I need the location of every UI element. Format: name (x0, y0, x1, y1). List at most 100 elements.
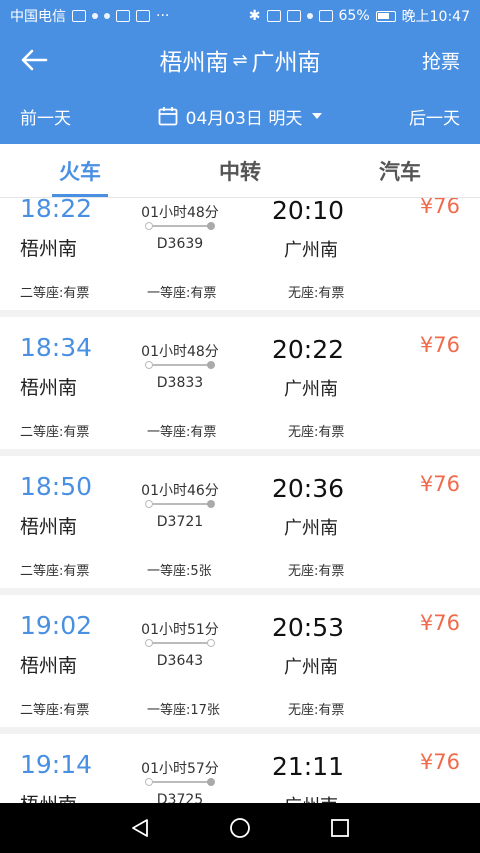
train-number: D3643 (156, 653, 204, 669)
system-nav-bar (0, 803, 480, 853)
second-class-availability: 二等座:有票 (20, 564, 90, 579)
route-line-icon (145, 500, 215, 508)
back-arrow-icon (21, 49, 48, 71)
trip-duration: 01小时57分 (141, 761, 219, 777)
back-button[interactable] (14, 40, 54, 80)
arrival-station: 广州南 (284, 379, 338, 400)
signal-icon (72, 10, 86, 22)
train-card[interactable]: 19:02 梧州南 01小时51分 D3643 20:53 广州南 ¥76 二等座:有票 一等座… (0, 595, 480, 727)
tab-transfer[interactable]: 中转 (160, 144, 320, 197)
route-line-icon (145, 778, 215, 786)
bluetooth-icon: ✱ (248, 8, 261, 24)
dropdown-caret-icon (312, 113, 323, 119)
calendar-icon (158, 107, 178, 126)
first-class-availability: 一等座:有票 (147, 425, 217, 440)
message-icon (104, 13, 110, 19)
departure-station: 梧州南 (20, 516, 78, 538)
date-picker[interactable]: 04月03日 明天 (0, 88, 480, 144)
arrival-station: 广州南 (284, 518, 338, 539)
arrival-station: 广州南 (284, 792, 338, 803)
next-day-button[interactable]: 后一天 (409, 88, 460, 144)
departure-time: 19:02 (20, 611, 93, 640)
video-icon (116, 10, 130, 22)
ticket-price: ¥76 (419, 198, 460, 218)
route-line-icon (145, 222, 215, 230)
first-class-availability: 一等座:5张 (147, 564, 212, 579)
status-left: 中国电信 ··· (10, 6, 169, 26)
arrival-time: 20:53 (272, 613, 345, 642)
to-station: 广州南 (251, 50, 321, 76)
train-number: D3721 (156, 514, 204, 530)
eye-icon (306, 13, 313, 19)
route-title: 梧州南 ⇌ 广州南 (0, 32, 480, 88)
arrival-time: 20:36 (272, 474, 345, 503)
departure-station: 梧州南 (20, 238, 78, 260)
nav-back-icon (132, 819, 148, 837)
nav-back-button[interactable] (120, 808, 160, 848)
from-station: 梧州南 (159, 50, 229, 76)
carrier-label: 中国电信 (10, 9, 66, 25)
arrival-time: 21:11 (272, 752, 345, 781)
train-number: D3833 (156, 375, 204, 391)
train-number: D3725 (156, 792, 204, 803)
nav-recents-icon (331, 819, 349, 837)
train-card[interactable]: 18:34 梧州南 01小时48分 D3833 20:22 广州南 ¥76 二等座:有票 一等座… (0, 317, 480, 449)
train-card[interactable]: 18:22 梧州南 01小时48分 D3639 20:10 广州南 ¥76 二等座:有票 一等座… (0, 198, 480, 310)
battery-icon (375, 10, 396, 22)
train-list-content: 18:22 梧州南 01小时48分 D3639 20:10 广州南 ¥76 二等座:有票 一等座… (0, 198, 480, 803)
no-seat-availability: 无座:有票 (288, 564, 345, 579)
ticket-price: ¥76 (419, 472, 460, 496)
more-notifications-icon: ··· (156, 8, 170, 24)
first-class-availability: 一等座:17张 (147, 703, 220, 718)
swap-arrow-icon: ⇌ (232, 49, 248, 71)
nav-recents-button[interactable] (320, 808, 360, 848)
nfc-icon (266, 10, 281, 22)
ticket-price: ¥76 (419, 750, 460, 774)
chat-icon (92, 13, 98, 19)
nav-home-button[interactable] (220, 808, 260, 848)
nav-home-icon (230, 818, 250, 838)
status-bar: 中国电信 ··· ✱ 65% 晚上10:47 (0, 0, 480, 32)
arrival-station: 广州南 (284, 657, 338, 678)
grab-ticket-button[interactable]: 抢票 (422, 32, 460, 88)
route-line-icon (145, 361, 215, 369)
arrival-time: 20:10 (272, 198, 345, 225)
train-list[interactable]: 18:22 梧州南 01小时48分 D3639 20:10 广州南 ¥76 二等座:有票 一等座… (0, 198, 480, 803)
arrival-time: 20:22 (272, 335, 345, 364)
second-class-availability: 二等座:有票 (20, 286, 90, 301)
departure-station: 梧州南 (20, 790, 77, 803)
date-bar: 04月03日 明天 前一天 后一天 (0, 88, 480, 144)
trip-duration: 01小时51分 (141, 622, 219, 638)
departure-time: 18:34 (20, 333, 93, 362)
status-right: ✱ 65% 晚上10:47 (249, 6, 470, 26)
train-card[interactable]: 18:50 梧州南 01小时46分 D3721 20:36 广州南 ¥76 二等座:有票 一等座… (0, 456, 480, 588)
departure-time: 18:22 (20, 198, 93, 223)
departure-time: 19:14 (20, 750, 93, 779)
second-class-availability: 二等座:有票 (20, 425, 90, 440)
prev-day-button[interactable]: 前一天 (20, 88, 71, 144)
departure-station: 梧州南 (20, 377, 78, 399)
clock: 晚上10:47 (401, 9, 470, 25)
second-class-availability: 二等座:有票 (20, 703, 90, 718)
app-header: 梧州南 ⇌ 广州南 抢票 (0, 32, 480, 88)
trip-duration: 01小时46分 (141, 483, 219, 499)
trip-duration: 01小时48分 (141, 344, 219, 360)
no-seat-availability: 无座:有票 (288, 425, 345, 440)
ticket-price: ¥76 (419, 333, 460, 357)
tab-train[interactable]: 火车 (0, 144, 160, 197)
app-icon (136, 10, 150, 22)
departure-station: 梧州南 (20, 655, 78, 677)
selected-date: 04月03日 明天 (185, 108, 303, 129)
train-number: D3639 (156, 236, 204, 252)
no-seat-availability: 无座:有票 (288, 703, 345, 718)
route-line-icon (145, 639, 215, 647)
tab-bus[interactable]: 汽车 (320, 144, 480, 197)
departure-time: 18:50 (20, 472, 93, 501)
first-class-availability: 一等座:有票 (147, 286, 217, 301)
battery-percent: 65% (338, 8, 370, 24)
arrival-station: 广州南 (284, 240, 338, 261)
ticket-price: ¥76 (419, 611, 460, 635)
train-card[interactable]: 19:14梧州南01小时57分D372521:11广州南¥76二等座:有票一等座… (0, 734, 480, 803)
network-icon (318, 10, 333, 22)
vibrate-icon (286, 10, 301, 22)
